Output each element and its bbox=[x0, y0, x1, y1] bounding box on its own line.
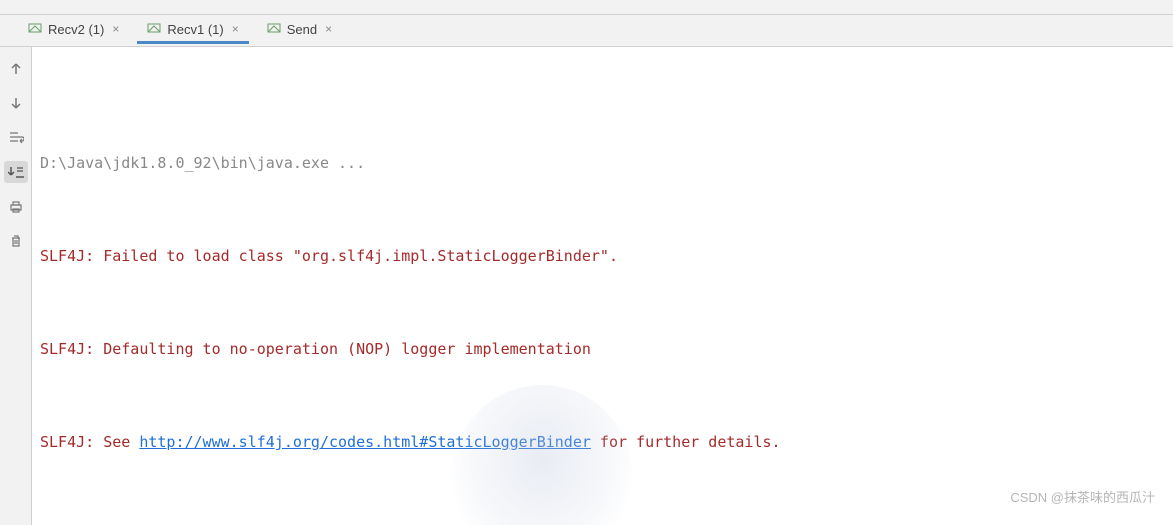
close-icon[interactable]: × bbox=[232, 22, 239, 36]
print-icon[interactable] bbox=[6, 197, 26, 217]
console-line: SLF4J: Failed to load class "org.slf4j.i… bbox=[40, 241, 1173, 272]
tab-label: Send bbox=[287, 22, 317, 37]
top-divider bbox=[0, 0, 1173, 15]
run-icon bbox=[147, 22, 161, 36]
tab-send[interactable]: Send × bbox=[257, 18, 342, 44]
scroll-to-end-icon[interactable] bbox=[4, 161, 28, 183]
console-output[interactable]: D:\Java\jdk1.8.0_92\bin\java.exe ... SLF… bbox=[32, 47, 1173, 525]
close-icon[interactable]: × bbox=[325, 22, 332, 36]
trash-icon[interactable] bbox=[6, 231, 26, 251]
console-line: D:\Java\jdk1.8.0_92\bin\java.exe ... bbox=[40, 148, 1173, 179]
close-icon[interactable]: × bbox=[112, 22, 119, 36]
log-prefix: SLF4J: See bbox=[40, 433, 139, 451]
side-toolbar bbox=[0, 47, 32, 525]
watermark: CSDN @抹茶味的西瓜汁 bbox=[1010, 482, 1155, 513]
tab-recv2[interactable]: Recv2 (1) × bbox=[18, 18, 129, 44]
console-line: SLF4J: Defaulting to no-operation (NOP) … bbox=[40, 334, 1173, 365]
soft-wrap-icon[interactable] bbox=[6, 127, 26, 147]
tab-label: Recv1 (1) bbox=[167, 22, 223, 37]
background-decoration bbox=[452, 385, 632, 525]
tab-recv1[interactable]: Recv1 (1) × bbox=[137, 18, 248, 44]
scroll-up-icon[interactable] bbox=[6, 59, 26, 79]
run-icon bbox=[267, 22, 281, 36]
scroll-down-icon[interactable] bbox=[6, 93, 26, 113]
run-icon bbox=[28, 22, 42, 36]
main-area: D:\Java\jdk1.8.0_92\bin\java.exe ... SLF… bbox=[0, 47, 1173, 525]
tab-label: Recv2 (1) bbox=[48, 22, 104, 37]
run-tabs: Recv2 (1) × Recv1 (1) × Send × bbox=[0, 15, 1173, 47]
